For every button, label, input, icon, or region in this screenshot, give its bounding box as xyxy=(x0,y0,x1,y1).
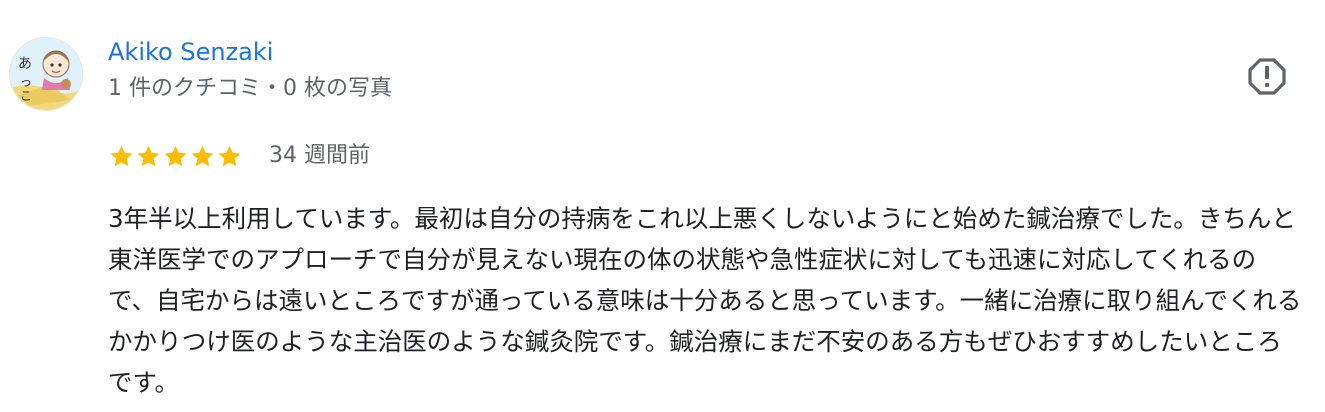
review-body-text: 3年半以上利用しています。最初は自分の持病をこれ以上悪くしないようにと始めた鍼治… xyxy=(108,204,1302,397)
star-icon xyxy=(164,145,187,166)
svg-text:っ: っ xyxy=(20,75,32,89)
rating-row: 34 週間前 xyxy=(108,139,370,173)
star-icon xyxy=(218,145,241,166)
author-review-count: 1 件のクチコミ・0 枚の写真 xyxy=(108,76,392,101)
svg-text:こ: こ xyxy=(20,89,32,103)
star-rating xyxy=(108,143,243,170)
avatar-illustration: あ っ こ xyxy=(10,38,82,110)
avatar[interactable]: あ っ こ xyxy=(9,37,83,111)
author-name-link[interactable]: Akiko Senzaki xyxy=(108,36,273,68)
star-icon xyxy=(110,145,133,166)
review-card: あ っ こ Akiko Senzaki 1 件のクチコミ・0 枚の写真 34 週… xyxy=(0,0,1325,412)
report-review-button[interactable] xyxy=(1246,55,1288,97)
review-date: 34 週間前 xyxy=(269,143,370,168)
star-icon xyxy=(191,145,214,166)
report-flag-icon xyxy=(1248,58,1286,95)
star-icon xyxy=(137,145,160,166)
svg-text:あ: あ xyxy=(18,56,32,72)
